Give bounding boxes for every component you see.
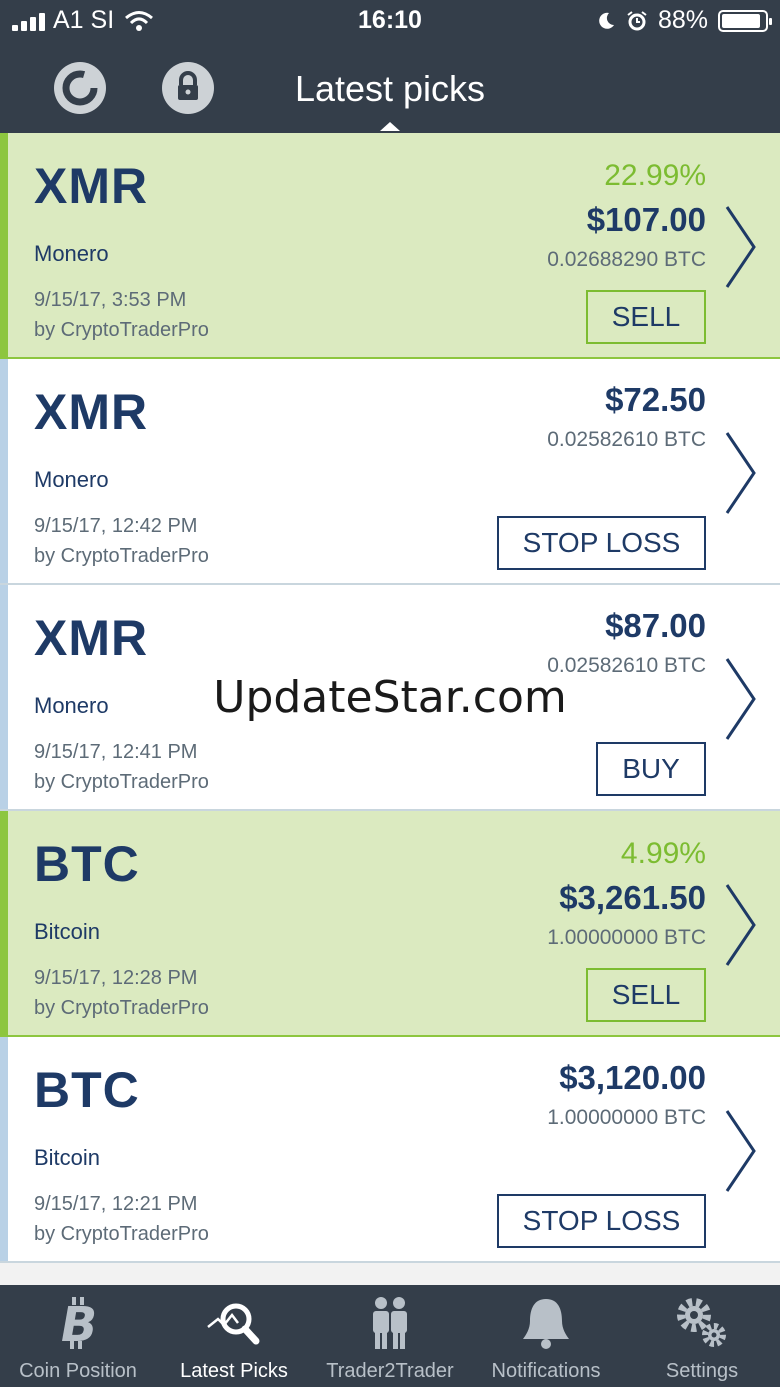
coin-name: Monero — [34, 467, 109, 492]
status-bar-indicator — [0, 133, 8, 357]
pick-row[interactable]: XMR Monero 9/15/17, 3:53 PM by CryptoTra… — [0, 133, 780, 359]
search-chart-icon — [207, 1303, 260, 1345]
tab-latest-picks[interactable]: Latest Picks — [156, 1285, 312, 1387]
pick-author: by CryptoTraderPro — [34, 1223, 209, 1245]
status-bar-indicator — [0, 811, 8, 1035]
buy-button[interactable]: BUY — [596, 742, 706, 796]
coin-symbol: XMR — [34, 610, 149, 666]
chevron-right-icon[interactable] — [724, 431, 758, 515]
alarm-icon — [627, 10, 647, 30]
coin-symbol: XMR — [34, 384, 149, 440]
tab-label: Notifications — [491, 1360, 601, 1382]
tab-settings[interactable]: Settings — [624, 1285, 780, 1387]
price-btc: 0.02582610 BTC — [547, 428, 706, 451]
tab-label: Trader2Trader — [326, 1360, 454, 1382]
tab-notifications[interactable]: Notifications — [468, 1285, 624, 1387]
bitcoin-icon: B — [55, 1297, 102, 1351]
stop-loss-button[interactable]: STOP LOSS — [497, 516, 706, 570]
tab-label: Settings — [665, 1360, 739, 1382]
sell-button[interactable]: SELL — [586, 290, 706, 344]
price-usd: $107.00 — [586, 201, 706, 238]
coin-name: Bitcoin — [34, 1145, 101, 1170]
moon-icon — [599, 12, 614, 29]
battery-percent: 88% — [657, 6, 708, 34]
pick-author: by CryptoTraderPro — [34, 997, 209, 1019]
pick-date: 9/15/17, 3:53 PM — [34, 289, 187, 311]
tab-trader2trader[interactable]: Trader2Trader — [312, 1285, 468, 1387]
tab-coin-position[interactable]: B Coin Position — [0, 1285, 156, 1387]
battery-icon — [718, 9, 772, 32]
pick-author: by CryptoTraderPro — [34, 545, 209, 567]
nav-bar: Latest picks — [0, 44, 780, 133]
pick-author: by CryptoTraderPro — [34, 771, 209, 793]
pick-date: 9/15/17, 12:41 PM — [34, 741, 198, 763]
people-icon — [373, 1297, 407, 1349]
sell-button[interactable]: SELL — [586, 968, 706, 1022]
chevron-right-icon[interactable] — [724, 883, 758, 967]
coin-name: Bitcoin — [34, 919, 101, 944]
chevron-right-icon[interactable] — [724, 205, 758, 289]
pick-row[interactable]: BTC Bitcoin 9/15/17, 12:28 PM by CryptoT… — [0, 811, 780, 1037]
stop-loss-button[interactable]: STOP LOSS — [497, 1194, 706, 1248]
coin-symbol: XMR — [34, 158, 149, 214]
percent-change: 4.99% — [620, 837, 706, 870]
status-bar-indicator — [0, 359, 8, 583]
price-btc: 0.02688290 BTC — [547, 248, 706, 271]
dropdown-caret-icon[interactable] — [380, 122, 400, 131]
coin-symbol: BTC — [34, 1062, 140, 1118]
page-title[interactable]: Latest picks — [0, 68, 780, 110]
tab-bar: B Coin Position Latest Picks Trader2Trad… — [0, 1285, 780, 1387]
gear-icon — [677, 1298, 726, 1347]
price-btc: 1.00000000 BTC — [547, 1106, 706, 1129]
price-btc: 1.00000000 BTC — [547, 926, 706, 949]
pick-date: 9/15/17, 12:28 PM — [34, 967, 198, 989]
pick-date: 9/15/17, 12:21 PM — [34, 1193, 198, 1215]
price-usd: $87.00 — [605, 607, 706, 644]
status-bar: A1 SI 16:10 88% — [0, 0, 780, 44]
coin-name: Monero — [34, 241, 109, 266]
price-usd: $3,261.50 — [559, 879, 706, 916]
pick-row[interactable]: XMR Monero 9/15/17, 12:42 PM by CryptoTr… — [0, 359, 780, 585]
tab-label: Coin Position — [19, 1360, 137, 1382]
bell-icon — [523, 1299, 569, 1349]
price-usd: $3,120.00 — [559, 1059, 706, 1096]
price-usd: $72.50 — [605, 381, 706, 418]
status-bar-indicator — [0, 1037, 8, 1261]
pick-date: 9/15/17, 12:42 PM — [34, 515, 198, 537]
status-right: 88% — [596, 6, 772, 35]
coin-symbol: BTC — [34, 836, 140, 892]
tab-label: Latest Picks — [180, 1360, 288, 1382]
percent-change: 22.99% — [604, 159, 706, 192]
watermark-text: UpdateStar.com — [213, 672, 567, 723]
pick-row[interactable]: BTC Bitcoin 9/15/17, 12:21 PM by CryptoT… — [0, 1037, 780, 1263]
chevron-right-icon[interactable] — [724, 1109, 758, 1193]
pick-author: by CryptoTraderPro — [34, 319, 209, 341]
